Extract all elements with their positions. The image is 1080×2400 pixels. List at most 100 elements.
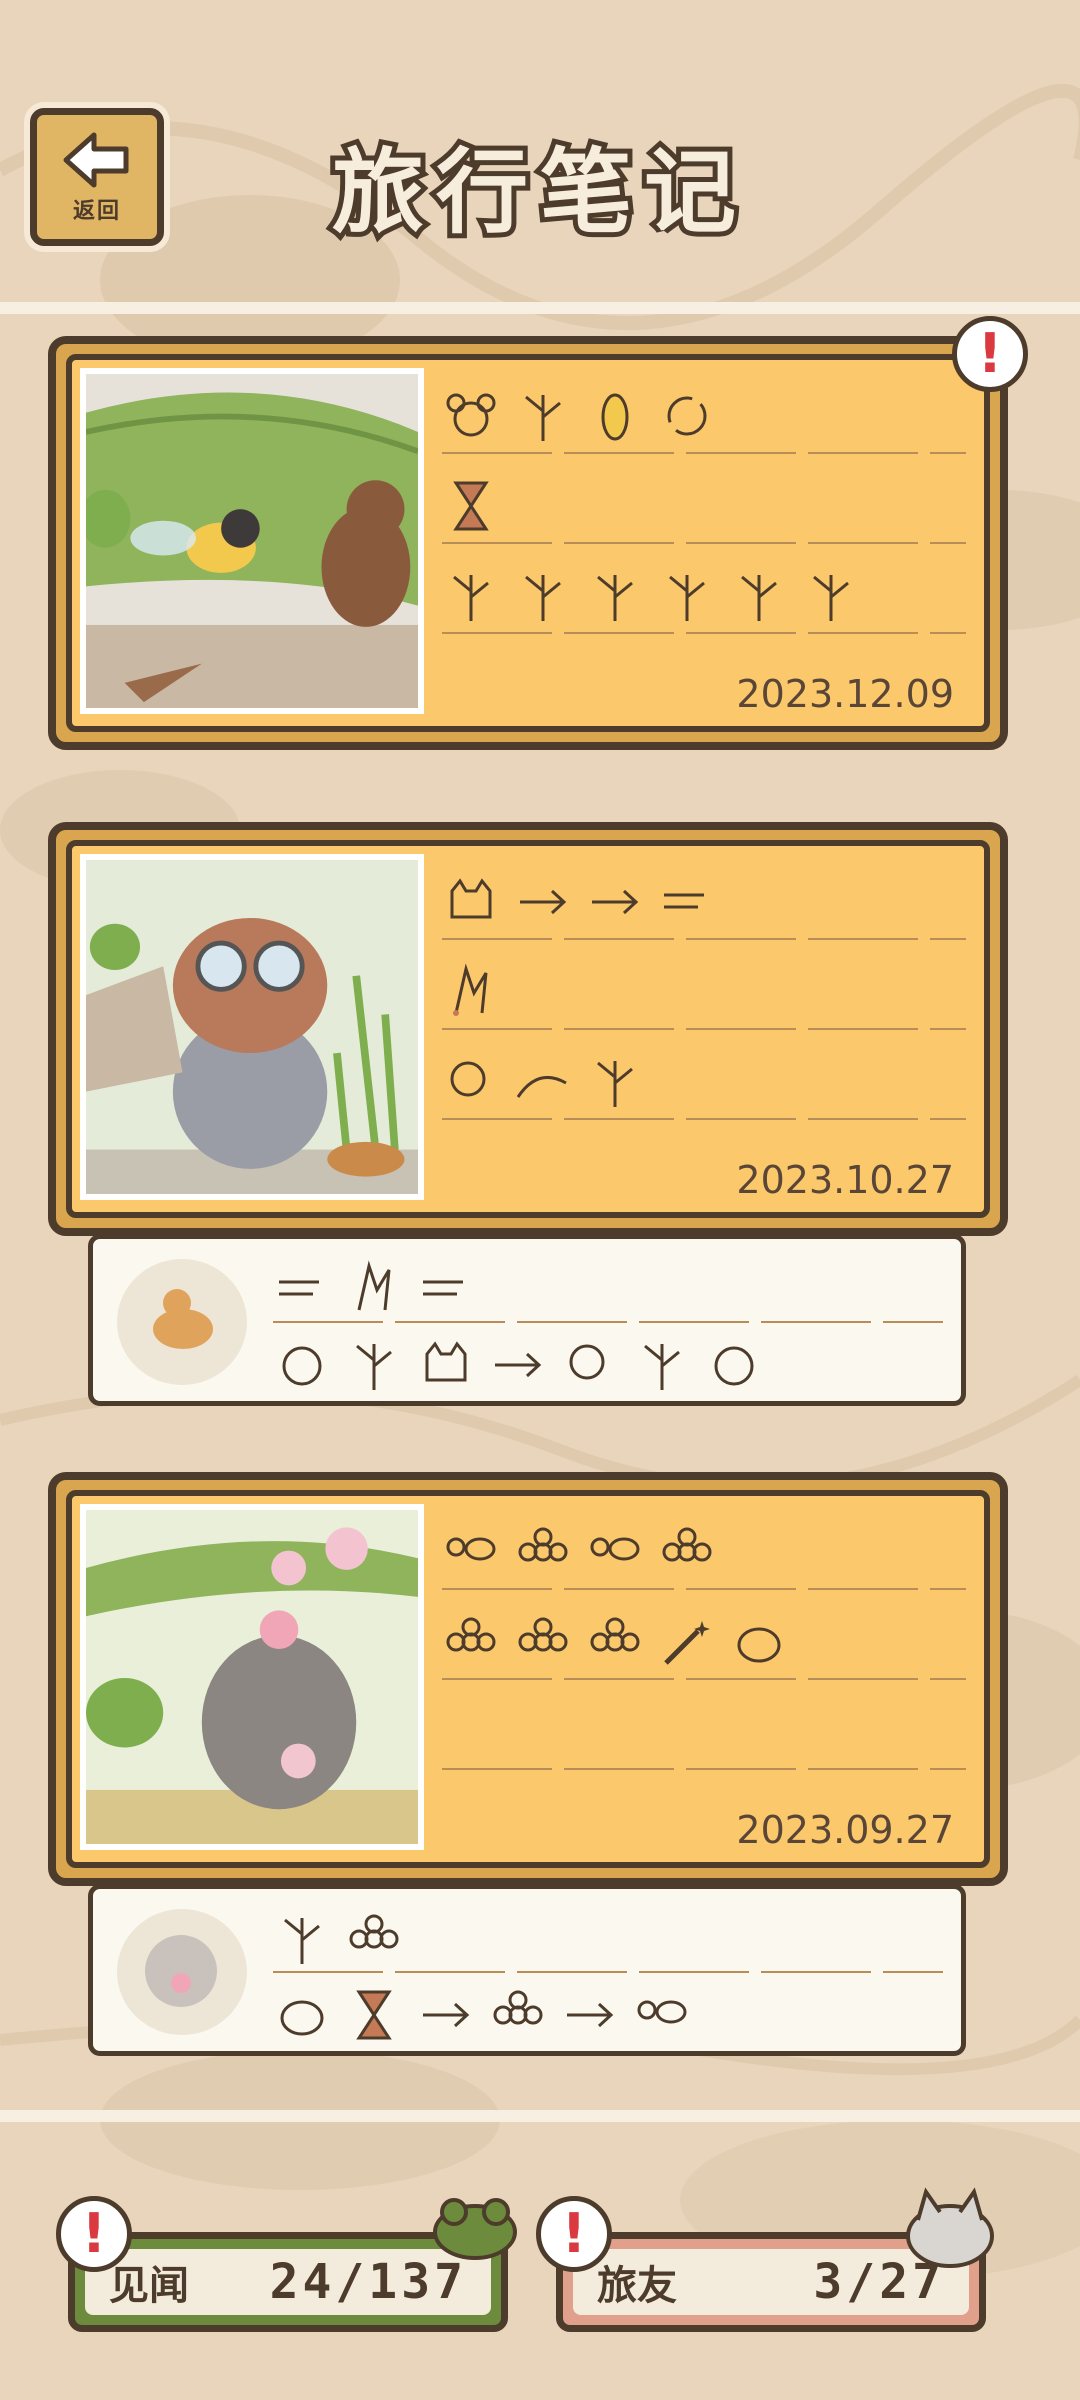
arrow-right-icon bbox=[592, 889, 639, 915]
cat-face-icon bbox=[425, 1341, 467, 1382]
grass-icon bbox=[644, 1344, 680, 1390]
entry-text-lines bbox=[442, 380, 966, 640]
grass-icon bbox=[525, 575, 561, 621]
grass-icon bbox=[597, 575, 633, 621]
text-line bbox=[442, 1768, 966, 1770]
journal-entry-card[interactable]: 2023.12.09 bbox=[48, 336, 1008, 750]
back-button[interactable]: 返回 bbox=[30, 108, 164, 246]
text-line bbox=[273, 1321, 943, 1323]
entry-photo bbox=[80, 368, 424, 714]
glyph-row bbox=[442, 1522, 716, 1582]
entry-date: 2023.10.27 bbox=[736, 1158, 954, 1202]
arrow-right-icon bbox=[567, 2002, 614, 2028]
journal-entry-inner: 2023.12.09 bbox=[66, 354, 990, 732]
ant-icon bbox=[446, 1537, 496, 1561]
glyph-row bbox=[273, 1909, 403, 1969]
grass-icon bbox=[525, 395, 561, 441]
frog-and-hamster-illustration bbox=[86, 1510, 418, 1844]
entry-photo bbox=[80, 854, 424, 1200]
exclamation-icon: ! bbox=[81, 2202, 107, 2265]
text-line bbox=[442, 1028, 966, 1030]
alert-badge: ! bbox=[536, 2196, 612, 2272]
footer-divider bbox=[0, 2110, 1080, 2122]
surprise-icon bbox=[453, 963, 488, 1016]
lizard-thumbnail bbox=[117, 1259, 247, 1385]
grass-icon bbox=[813, 575, 849, 621]
text-line bbox=[442, 1588, 966, 1590]
ant-icon bbox=[590, 1537, 640, 1561]
note-text-lines bbox=[273, 1899, 943, 2041]
exclamation-icon: ! bbox=[561, 2202, 587, 2265]
journal-entry-card[interactable]: 2023.09.27 bbox=[48, 1472, 1008, 1886]
glyph-row bbox=[442, 1052, 644, 1112]
glyph-row bbox=[273, 1259, 475, 1319]
note-text-lines bbox=[273, 1249, 943, 1391]
grass-icon bbox=[453, 575, 489, 621]
grass-icon bbox=[741, 575, 777, 621]
cycle-icon bbox=[667, 396, 707, 436]
flower-icon bbox=[518, 1527, 568, 1562]
frog-icon bbox=[714, 1346, 754, 1386]
entry-date: 2023.12.09 bbox=[736, 672, 954, 716]
hop-icon bbox=[516, 1075, 567, 1098]
hamster-thumbnail bbox=[117, 1909, 247, 2035]
arrow-left-icon bbox=[63, 132, 129, 188]
grass-icon bbox=[356, 1344, 392, 1390]
hamster-icon bbox=[280, 2000, 324, 2036]
glyph-row bbox=[273, 1985, 691, 2045]
wind-icon bbox=[423, 1280, 463, 1296]
glyph-row bbox=[442, 962, 500, 1022]
hourglass-icon bbox=[453, 481, 489, 531]
entry-note[interactable] bbox=[88, 1234, 966, 1406]
entry-text-lines bbox=[442, 1516, 966, 1776]
bird-icon bbox=[569, 1344, 605, 1380]
ant-icon bbox=[637, 2000, 687, 2024]
flower-icon bbox=[662, 1527, 712, 1562]
friends-label: 旅友 bbox=[597, 2263, 677, 2309]
glyph-row bbox=[273, 1335, 763, 1395]
glyph-row bbox=[442, 476, 500, 536]
entry-date: 2023.09.27 bbox=[736, 1808, 954, 1852]
hamster-icon bbox=[737, 1627, 781, 1663]
entry-photo bbox=[80, 1504, 424, 1850]
text-line bbox=[273, 1971, 943, 1973]
journal-entry-inner: 2023.10.27 bbox=[66, 840, 990, 1218]
frog-icon bbox=[433, 2198, 517, 2260]
encounters-label: 见闻 bbox=[109, 2263, 189, 2309]
frog-icon bbox=[282, 1346, 322, 1386]
text-line bbox=[442, 542, 966, 544]
entry-text-lines bbox=[442, 866, 966, 1126]
alert-badge: ! bbox=[952, 316, 1028, 392]
magic-wand-icon bbox=[664, 1621, 710, 1665]
arrow-right-icon bbox=[495, 1352, 542, 1378]
cat-pilot-illustration bbox=[86, 860, 418, 1194]
entry-note[interactable] bbox=[88, 1884, 966, 2056]
flower-icon bbox=[446, 1617, 496, 1652]
text-line bbox=[442, 938, 966, 940]
header: 返回 旅行笔记 bbox=[0, 0, 1080, 300]
flower-icon bbox=[590, 1617, 640, 1652]
grass-icon bbox=[597, 1061, 633, 1107]
bird-icon bbox=[450, 1061, 486, 1097]
journal-entry-inner: 2023.09.27 bbox=[66, 1490, 990, 1868]
journal-entry-card[interactable]: 2023.10.27 bbox=[48, 822, 1008, 1236]
glyph-row bbox=[442, 1612, 788, 1672]
glyph-row bbox=[442, 566, 860, 626]
grass-icon bbox=[669, 575, 705, 621]
mouse-icon bbox=[446, 393, 496, 437]
back-button-label: 返回 bbox=[72, 199, 121, 224]
exclamation-icon: ! bbox=[977, 322, 1003, 385]
text-line bbox=[442, 632, 966, 634]
page-title: 旅行笔记 bbox=[327, 134, 748, 251]
surprise-icon bbox=[357, 1260, 391, 1311]
cat-face-icon bbox=[450, 878, 492, 919]
corn-icon bbox=[601, 393, 629, 441]
wind-icon bbox=[664, 893, 704, 909]
frog-with-firefly-illustration bbox=[86, 374, 418, 708]
cat-icon bbox=[906, 2187, 994, 2268]
flower-icon bbox=[493, 1990, 543, 2025]
text-line bbox=[442, 452, 966, 454]
alert-badge: ! bbox=[56, 2196, 132, 2272]
text-line bbox=[442, 1678, 966, 1680]
flower-icon bbox=[518, 1617, 568, 1652]
